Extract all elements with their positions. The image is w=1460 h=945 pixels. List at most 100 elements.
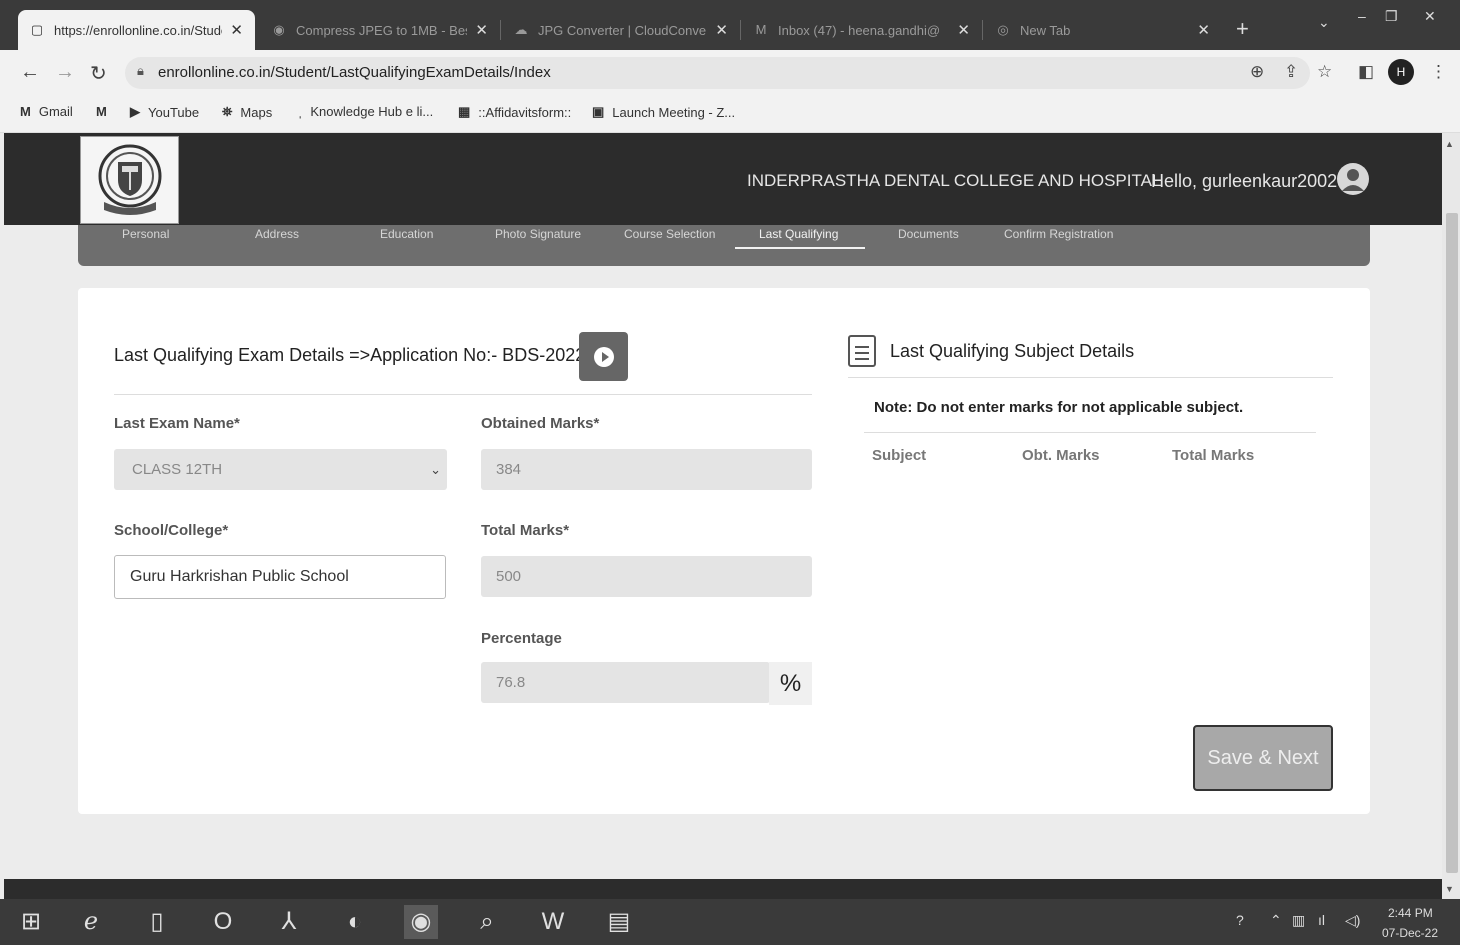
divider xyxy=(114,394,812,395)
youtube-icon: ▶ xyxy=(130,104,140,119)
tab-title: Inbox (47) - heena.gandhi@ xyxy=(778,22,941,38)
tab-title: https://enrollonline.co.in/Stude xyxy=(54,22,223,38)
reload-icon[interactable]: ↻ xyxy=(90,61,107,86)
step-course-selection[interactable]: Course Selection xyxy=(624,227,715,241)
user-avatar[interactable] xyxy=(1337,163,1369,195)
total-marks-label: Total Marks* xyxy=(481,522,570,539)
obtained-marks-field[interactable]: 384 xyxy=(481,449,812,490)
tab-compress-jpeg[interactable]: ◉ Compress JPEG to 1MB - Best ✕ xyxy=(260,10,500,50)
file-icon[interactable]: ▯ xyxy=(140,905,174,939)
close-icon[interactable]: ✕ xyxy=(230,21,243,39)
save-next-button[interactable]: Save & Next xyxy=(1193,725,1333,791)
window-close-icon[interactable]: ✕ xyxy=(1424,8,1436,25)
step-photo-signature[interactable]: Photo Signature xyxy=(495,227,581,241)
share-icon[interactable]: ⇪ xyxy=(1284,62,1298,82)
forward-icon[interactable]: → xyxy=(55,61,75,84)
step-education[interactable]: Education xyxy=(380,227,433,241)
bookmark-label: YouTube xyxy=(148,104,200,120)
gmail-icon: M xyxy=(755,22,767,37)
bookmark-affidavits[interactable]: ▦ ::Affidavitsform:: xyxy=(458,104,571,120)
side-panel-icon[interactable]: ◧ xyxy=(1358,62,1374,82)
maps-icon: ⛯ xyxy=(222,104,233,119)
url-text[interactable]: enrollonline.co.in/Student/LastQualifyin… xyxy=(158,64,551,81)
chrome-icon[interactable]: ◉ xyxy=(404,905,438,939)
site-header: INDERPRASTHA DENTAL COLLEGE AND HOSPITAL… xyxy=(4,133,1442,225)
percentage-field[interactable]: 76.8 xyxy=(481,662,770,703)
chevron-up-icon[interactable]: ⌃ xyxy=(1270,912,1282,929)
tab-gmail-inbox[interactable]: M Inbox (47) - heena.gandhi@ ✕ xyxy=(742,10,982,50)
play-button[interactable] xyxy=(579,332,628,381)
page-viewport: INDERPRASTHA DENTAL COLLEGE AND HOSPITAL… xyxy=(4,133,1442,879)
bookmark-gmail[interactable]: M Gmail xyxy=(20,104,73,119)
step-confirm-registration[interactable]: Confirm Registration xyxy=(1004,227,1113,241)
profile-avatar[interactable]: H xyxy=(1388,59,1414,85)
opera-icon[interactable]: O xyxy=(206,905,240,939)
close-icon[interactable]: ✕ xyxy=(715,21,728,39)
file-explorer-icon[interactable]: ▤ xyxy=(602,905,636,939)
school-input[interactable] xyxy=(114,555,446,599)
zoom-icon[interactable]: ⊕ xyxy=(1250,62,1264,82)
tab-separator xyxy=(982,20,983,40)
restore-icon[interactable]: ❐ xyxy=(1385,8,1398,25)
close-icon[interactable]: ✕ xyxy=(475,21,488,39)
tab-new-tab[interactable]: ◎ New Tab ✕ xyxy=(984,10,1222,50)
signal-icon[interactable]: ıl xyxy=(1318,912,1325,928)
close-icon[interactable]: ✕ xyxy=(957,21,970,39)
edge-icon[interactable]: ◐ xyxy=(338,905,372,939)
help-icon[interactable]: ? xyxy=(1236,912,1244,928)
word-icon[interactable]: W xyxy=(536,905,570,939)
page-icon: ▢ xyxy=(30,22,44,37)
step-documents[interactable]: Documents xyxy=(898,227,959,241)
tab-search-icon[interactable]: ⌄ xyxy=(1318,14,1330,31)
column-total-marks: Total Marks xyxy=(1172,447,1255,464)
lock-icon[interactable]: 🔒︎ xyxy=(137,63,144,79)
network-icon[interactable]: ▥ xyxy=(1292,912,1305,929)
internet-explorer-icon[interactable]: ℯ xyxy=(74,905,108,939)
scroll-up-icon[interactable]: ▲ xyxy=(1445,139,1454,149)
bookmark-label: ::Affidavitsform:: xyxy=(478,104,572,120)
clock-date[interactable]: 07-Dec-22 xyxy=(1382,926,1438,940)
column-subject: Subject xyxy=(872,447,927,464)
clock-time[interactable]: 2:44 PM xyxy=(1388,906,1433,920)
tab-cloudconvert[interactable]: ☁ JPG Converter | CloudConvert ✕ xyxy=(502,10,740,50)
tab-enrollonline[interactable]: ▢ https://enrollonline.co.in/Stude ✕ xyxy=(18,10,255,50)
close-icon[interactable]: ✕ xyxy=(1197,21,1210,39)
step-last-qualifying[interactable]: Last Qualifying xyxy=(759,227,838,241)
gmail-icon: M xyxy=(20,104,31,119)
obtained-marks-label: Obtained Marks* xyxy=(481,415,600,432)
exam-details-card: Last Qualifying Exam Details =>Applicati… xyxy=(78,288,1370,814)
bookmark-gmail-2[interactable]: M xyxy=(96,104,115,119)
user-greeting: Hello, gurleenkaur2002 xyxy=(1151,171,1338,191)
cloud-icon: ☁ xyxy=(514,22,528,37)
divider xyxy=(864,432,1316,433)
chrome-icon: ◎ xyxy=(997,22,1009,37)
bookmark-youtube[interactable]: ▶ YouTube xyxy=(130,104,199,120)
percent-symbol: % xyxy=(769,662,812,705)
step-personal[interactable]: Personal xyxy=(122,227,169,241)
star-icon[interactable]: ☆ xyxy=(1317,62,1332,82)
search-icon[interactable]: ⌕ xyxy=(470,905,504,939)
tab-title: New Tab xyxy=(1020,22,1071,38)
last-exam-label: Last Exam Name* xyxy=(114,415,240,432)
form-title: Last Qualifying Exam Details =>Applicati… xyxy=(114,345,596,365)
total-marks-field[interactable]: 500 xyxy=(481,556,812,597)
bookmark-maps[interactable]: ⛯ Maps xyxy=(222,104,272,120)
last-exam-select[interactable]: CLASS 12TH ⌄ xyxy=(114,449,447,490)
step-address[interactable]: Address xyxy=(255,227,299,241)
acrobat-icon[interactable]: ⅄ xyxy=(272,905,306,939)
volume-icon[interactable]: ◁) xyxy=(1345,912,1360,929)
new-tab-button[interactable]: + xyxy=(1236,16,1249,42)
column-obt-marks: Obt. Marks xyxy=(1022,447,1100,464)
subject-note: Note: Do not enter marks for not applica… xyxy=(874,399,1244,416)
minimize-icon[interactable]: – xyxy=(1358,8,1366,24)
user-icon xyxy=(1342,169,1364,191)
scroll-down-icon[interactable]: ▼ xyxy=(1445,884,1454,894)
divider xyxy=(848,377,1333,378)
bookmark-label: Gmail xyxy=(38,104,73,119)
bookmark-knowledge-hub[interactable]: ˌ Knowledge Hub e li... xyxy=(298,104,433,119)
start-icon[interactable]: ⊞ xyxy=(14,905,48,939)
bookmark-launch-meeting[interactable]: ▣ Launch Meeting - Z... xyxy=(592,104,735,120)
menu-icon[interactable]: ⋮ xyxy=(1430,62,1447,82)
back-icon[interactable]: ← xyxy=(20,61,40,84)
scrollbar-thumb[interactable] xyxy=(1446,213,1458,873)
